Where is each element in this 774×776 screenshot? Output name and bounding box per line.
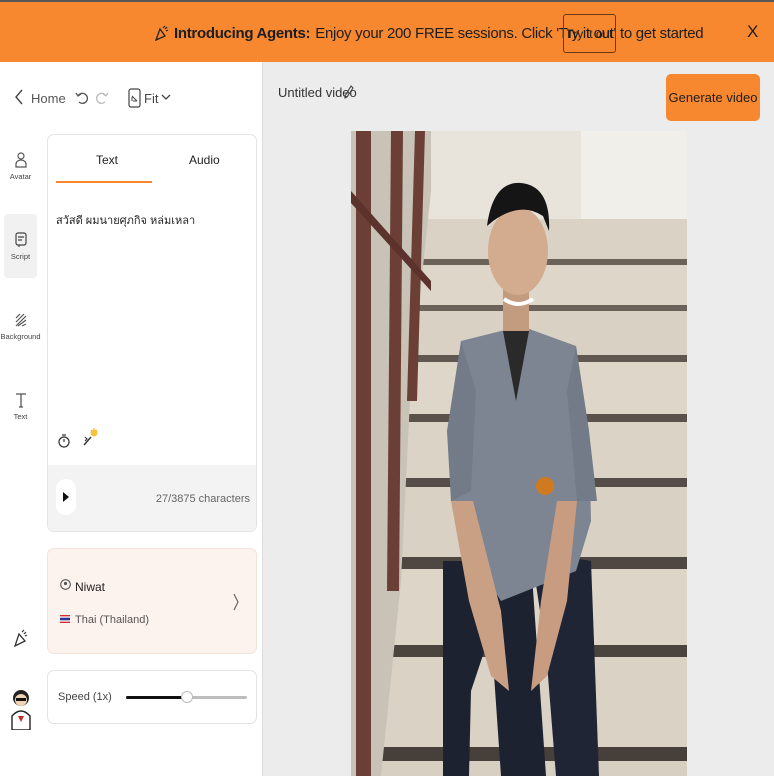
character-count: 27/3875 characters <box>155 493 250 505</box>
speed-label: Speed (1x) <box>58 691 112 703</box>
voice-avatar-icon <box>60 579 71 590</box>
chevron-left-icon[interactable] <box>14 88 24 106</box>
redo-icon[interactable] <box>95 91 109 105</box>
party-popper-icon[interactable] <box>14 629 28 647</box>
script-card: Text Audio สวัสดี ผมนายศุภกิจ หล่มเหลา 2… <box>47 134 257 532</box>
left-panel: Home Fit Avatar Script Background Text T… <box>0 62 263 776</box>
party-popper-icon <box>155 25 169 41</box>
nav-label-background: Background <box>0 331 41 341</box>
chevron-down-icon[interactable] <box>161 93 171 101</box>
fit-dropdown-label[interactable]: Fit <box>144 91 158 106</box>
tab-audio[interactable]: Audio <box>189 153 220 167</box>
script-footer: 27/3875 characters <box>48 465 256 531</box>
tab-text[interactable]: Text <box>96 153 118 167</box>
thailand-flag-icon <box>60 615 70 623</box>
user-avatar[interactable] <box>9 686 33 730</box>
nav-label-avatar: Avatar <box>9 171 32 181</box>
fit-screen-icon[interactable] <box>128 88 141 108</box>
banner-title: Introducing Agents: <box>174 24 311 42</box>
speed-slider[interactable] <box>126 691 247 703</box>
nav-label-script: Script <box>10 251 31 261</box>
play-button[interactable] <box>56 479 76 515</box>
active-tab-indicator <box>56 181 152 183</box>
magic-wand-icon[interactable] <box>82 427 98 447</box>
speed-control: Speed (1x) <box>47 670 257 724</box>
play-icon <box>63 492 69 502</box>
text-icon <box>15 392 26 408</box>
home-link[interactable]: Home <box>31 91 66 106</box>
voice-name: Niwat <box>75 580 106 594</box>
voice-language: Thai (Thailand) <box>75 614 149 626</box>
editor-toolbar: Home Fit <box>0 62 263 132</box>
speed-slider-fill <box>126 696 187 699</box>
nav-background[interactable]: Background <box>0 294 41 358</box>
speed-slider-thumb[interactable] <box>180 691 193 703</box>
try-it-out-button[interactable]: Try it out <box>563 14 616 53</box>
script-textarea[interactable]: สวัสดี ผมนายศุภกิจ หล่มเหลา <box>56 211 195 229</box>
voice-selector[interactable]: Niwat Thai (Thailand) <box>47 548 257 654</box>
script-icon <box>14 231 27 247</box>
nav-text[interactable]: Text <box>4 374 37 438</box>
chevron-right-icon <box>233 593 239 611</box>
undo-icon[interactable] <box>75 91 89 105</box>
banner-content: Introducing Agents: Enjoy your 200 FREE … <box>155 13 704 53</box>
nav-avatar[interactable]: Avatar <box>4 134 37 198</box>
timer-icon[interactable] <box>58 433 70 449</box>
banner-message: Enjoy your 200 FREE sessions. Click 'Try… <box>315 24 704 42</box>
pencil-icon[interactable] <box>344 85 354 99</box>
avatar-preview-image <box>351 131 687 776</box>
generate-video-button[interactable]: Generate video <box>666 74 760 121</box>
close-banner-button[interactable]: X <box>747 22 758 42</box>
nav-label-text: Text <box>13 411 28 421</box>
nav-script[interactable]: Script <box>4 214 37 278</box>
background-icon <box>15 313 26 327</box>
promo-banner: Introducing Agents: Enjoy your 200 FREE … <box>0 0 774 62</box>
person-icon <box>14 151 27 168</box>
